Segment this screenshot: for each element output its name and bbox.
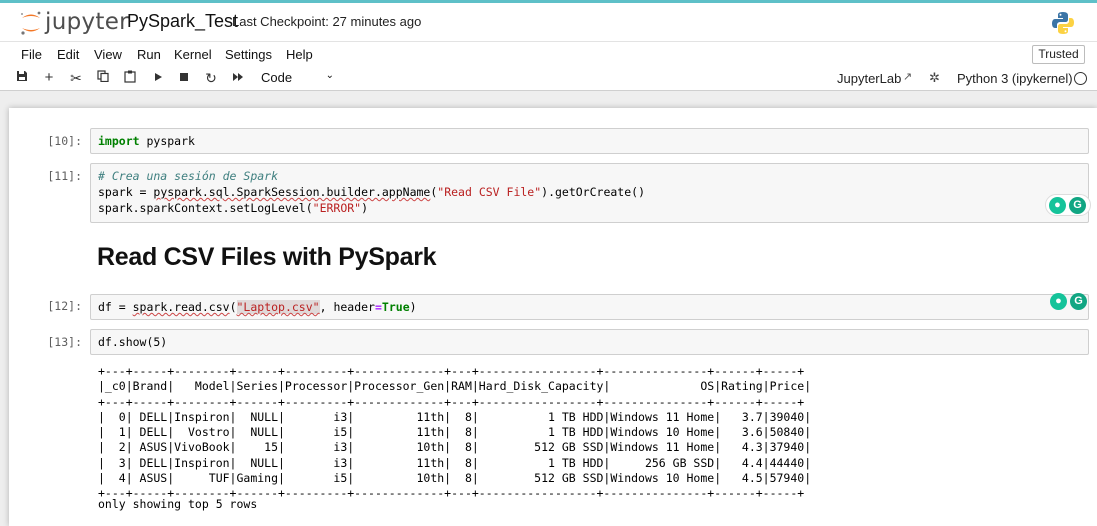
kernel-name[interactable]: Python 3 (ipykernel)	[957, 71, 1073, 86]
cut-icon[interactable]: ✂	[68, 70, 84, 86]
header: jupyter PySpark_Test Last Checkpoint: 27…	[0, 3, 1097, 41]
jupyter-logo[interactable]: jupyter	[19, 9, 129, 37]
cell-prompt-10: [10]:	[47, 134, 82, 148]
code-line: df = spark.read.csv("Laptop.csv", header…	[98, 300, 417, 314]
menu-file[interactable]: File	[21, 47, 42, 62]
dataframe-output-table: +---+-----+--------+------+---------+---…	[98, 364, 812, 501]
jupyter-logo-text: jupyter	[45, 9, 129, 35]
kernel-status-icon	[1074, 72, 1087, 85]
code-cell-13[interactable]: df.show(5)	[90, 329, 1089, 355]
menu-help[interactable]: Help	[286, 47, 313, 62]
save-icon[interactable]	[14, 70, 30, 86]
cell-prompt-12: [12]:	[47, 299, 82, 313]
notebook-title[interactable]: PySpark_Test	[127, 11, 238, 32]
stop-icon[interactable]	[176, 70, 192, 86]
menu-run[interactable]: Run	[137, 47, 161, 62]
jupyter-logo-icon	[21, 11, 41, 35]
debugger-bug-icon[interactable]: ✲	[929, 70, 940, 86]
menu-settings[interactable]: Settings	[225, 47, 272, 62]
cell-type-select[interactable]: Code ⌄	[261, 70, 336, 88]
fast-forward-icon[interactable]	[230, 70, 246, 86]
trusted-badge[interactable]: Trusted	[1032, 45, 1085, 64]
chevron-down-icon: ⌄	[325, 70, 334, 81]
cell-prompt-13: [13]:	[47, 335, 82, 349]
lightbulb-icon[interactable]: ●	[1050, 293, 1067, 310]
menubar: File Edit View Run Kernel Settings Help …	[0, 41, 1097, 67]
output-footer: only showing top 5 rows	[98, 497, 258, 511]
restart-icon[interactable]: ↻	[203, 70, 219, 86]
external-link-icon[interactable]: ↗	[903, 70, 912, 83]
code-line: import pyspark	[98, 134, 195, 148]
cell-type-value: Code	[261, 70, 293, 85]
paste-icon[interactable]	[122, 70, 138, 86]
code-block: # Crea una sesión de Spark spark = pyspa…	[98, 169, 645, 215]
code-cell-11[interactable]: # Crea una sesión de Spark spark = pyspa…	[90, 163, 1089, 223]
copy-icon[interactable]	[95, 70, 111, 86]
run-icon[interactable]	[150, 70, 166, 86]
checkpoint-status: Last Checkpoint: 27 minutes ago	[232, 14, 422, 29]
grammarly-icon[interactable]: G	[1069, 197, 1086, 214]
cell-prompt-11: [11]:	[47, 169, 82, 183]
open-jupyterlab-link[interactable]: JupyterLab	[837, 71, 901, 86]
code-line: df.show(5)	[98, 335, 168, 349]
toolbar: + ✂ ↻ Code ⌄ JupyterLab ↗ ✲ Python 3 (ip…	[0, 67, 1097, 91]
markdown-heading: Read CSV Files with PySpark	[97, 243, 437, 271]
grammarly-widget[interactable]: ● G	[1045, 194, 1091, 216]
python-logo-icon	[1052, 12, 1074, 34]
add-cell-icon[interactable]: +	[41, 70, 57, 86]
code-cell-10[interactable]: import pyspark	[90, 128, 1089, 154]
menu-edit[interactable]: Edit	[57, 47, 79, 62]
menu-kernel[interactable]: Kernel	[174, 47, 212, 62]
grammarly-icon[interactable]: G	[1070, 293, 1087, 310]
lightbulb-icon[interactable]: ●	[1049, 197, 1066, 214]
notebook-page: [10]: import pyspark [11]: # Crea una se…	[9, 108, 1097, 526]
code-cell-12[interactable]: df = spark.read.csv("Laptop.csv", header…	[90, 294, 1089, 320]
menu-view[interactable]: View	[94, 47, 122, 62]
grammarly-widget-small[interactable]: ● G	[1050, 293, 1087, 315]
